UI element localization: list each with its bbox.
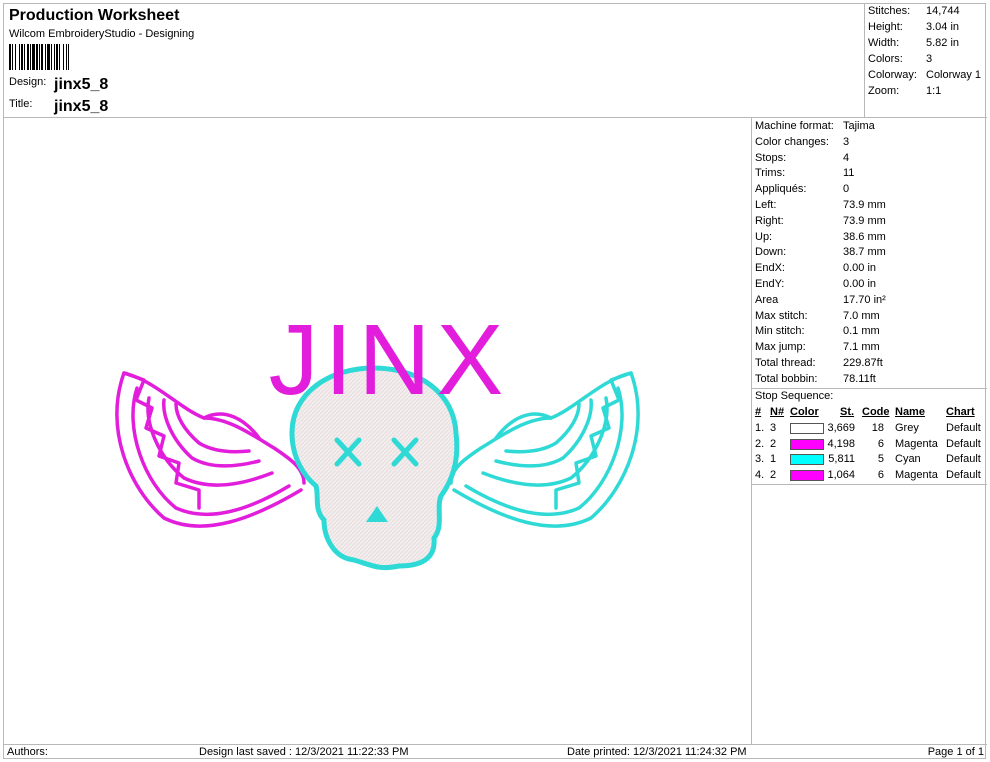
design-stats: Stitches: 14,744 Height: 3.04 in Width: 5.8… [865,4,987,118]
stop-sequence-row: 1. 3 3,669 18 Grey Default [755,422,981,434]
barcode [9,44,124,70]
worksheet-header: Production Worksheet Wilcom EmbroiderySt… [4,4,865,118]
last-saved: Design last saved : 12/3/2021 11:22:33 P… [199,746,409,758]
embroidery-design: JINX [115,304,640,571]
worksheet-title: Production Worksheet [9,7,180,24]
design-name: jinx5_8 [54,76,109,93]
authors-label: Authors: [7,746,48,758]
software-subtitle: Wilcom EmbroideryStudio - Designing [9,28,195,40]
color-swatch [790,469,824,481]
stop-sequence-title: Stop Sequence: [755,390,834,402]
color-swatch [790,423,824,434]
design-preview: JINX [4,118,752,744]
color-swatch [790,438,824,450]
title-label: Title: [9,98,33,110]
design-label: Design: [9,76,47,88]
date-printed: Date printed: 12/3/2021 11:24:32 PM [567,746,747,758]
page-number: Page 1 of 1 [927,746,984,758]
jinx-text: JINX [269,304,510,416]
footer: Authors: Design last saved : 12/3/2021 1… [4,744,987,760]
stop-sequence-row: 2. 2 4,198 6 Magenta Default [755,437,981,450]
stop-sequence: Stop Sequence: # N# Color St. Code Name … [752,388,987,485]
color-swatch [790,454,824,465]
stop-sequence-header: # N# Color St. Code Name Chart [755,406,975,418]
worksheet-frame: Production Worksheet Wilcom EmbroiderySt… [3,3,987,760]
title-value: jinx5_8 [54,98,109,115]
stop-sequence-row: 4. 2 1,064 6 Magenta Default [755,468,981,481]
stop-sequence-row: 3. 1 5,811 5 Cyan Default [755,453,981,465]
barcode-bar [69,44,71,70]
